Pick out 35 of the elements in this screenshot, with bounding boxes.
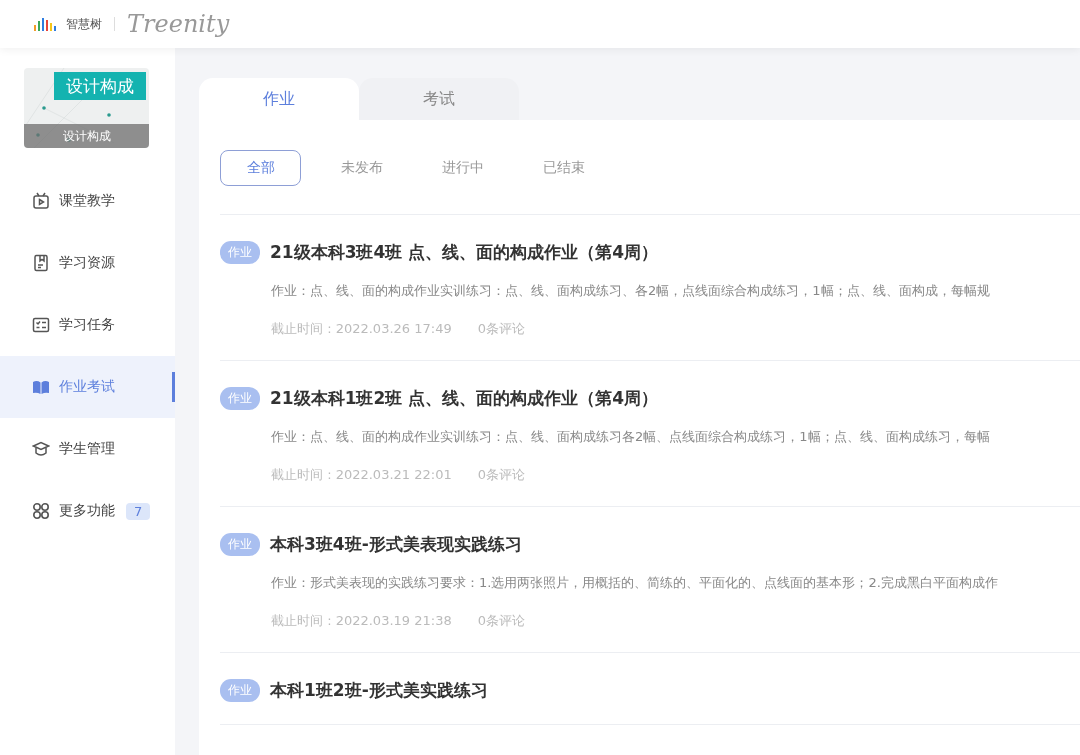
open-book-icon <box>32 378 50 396</box>
tab[interactable]: 考试 <box>359 78 519 120</box>
sidebar-item[interactable]: 课堂教学 <box>0 170 175 232</box>
book-icon <box>32 254 50 272</box>
deadline-text: 截止时间 : 2022.03.21 22:01 <box>271 466 452 484</box>
sidebar-item[interactable]: 学习任务 <box>0 294 175 356</box>
sidebar-item[interactable]: 学习资源 <box>0 232 175 294</box>
course-card[interactable]: 设计构成 设计构成 <box>24 68 149 148</box>
count-badge: 7 <box>126 502 151 520</box>
product-logo: Treenity <box>127 10 230 38</box>
brand-name: 智慧树 <box>66 15 102 33</box>
deadline-text: 截止时间 : 2022.03.26 17:49 <box>271 320 452 338</box>
type-tag: 作业 <box>220 533 260 556</box>
course-banner: 设计构成 <box>54 72 146 100</box>
sidebar-item[interactable]: 作业考试 <box>0 356 175 418</box>
type-tag: 作业 <box>220 387 260 410</box>
assignment-title[interactable]: 21级本科3班4班 点、线、面的构成作业（第4周） <box>270 241 659 264</box>
tab[interactable]: 作业 <box>199 78 359 120</box>
filter-button[interactable]: 全部 <box>220 150 301 186</box>
grid-icon <box>32 502 50 520</box>
graduation-cap-icon <box>32 440 50 458</box>
type-tag: 作业 <box>220 679 260 702</box>
checklist-icon <box>32 316 50 334</box>
assignment-title[interactable]: 本科3班4班-形式美表现实践练习 <box>270 533 522 556</box>
sidebar-item[interactable]: 更多功能 7 <box>0 480 175 542</box>
type-tag: 作业 <box>220 241 260 264</box>
assignment-description: 作业：点、线、面的构成作业实训练习：点、线、面构成练习各2幅、点线面综合构成练习，1幅；点、线、面构成练习，每幅 <box>271 428 991 446</box>
tv-icon <box>32 192 50 210</box>
assignment-description: 作业：形式美表现的实践练习要求：1.选用两张照片，用概括的、简练的、平面化的、点线面的基本形；2.完成黑白平面构成作 <box>271 574 999 592</box>
assignment-title[interactable]: 本科1班2班-形式美实践练习 <box>270 679 488 702</box>
assignment-title[interactable]: 21级本科1班2班 点、线、面的构成作业（第4周） <box>270 387 659 410</box>
sidebar-item[interactable]: 学生管理 <box>0 418 175 480</box>
assignment-description: 作业：点、线、面的构成作业实训练习：点、线、面构成练习、各2幅，点线面综合构成练习，1幅；点、线、面构成，每幅规 <box>271 282 991 300</box>
course-caption: 设计构成 <box>24 124 149 148</box>
deadline-text: 截止时间 : 2022.03.19 21:38 <box>271 612 452 630</box>
